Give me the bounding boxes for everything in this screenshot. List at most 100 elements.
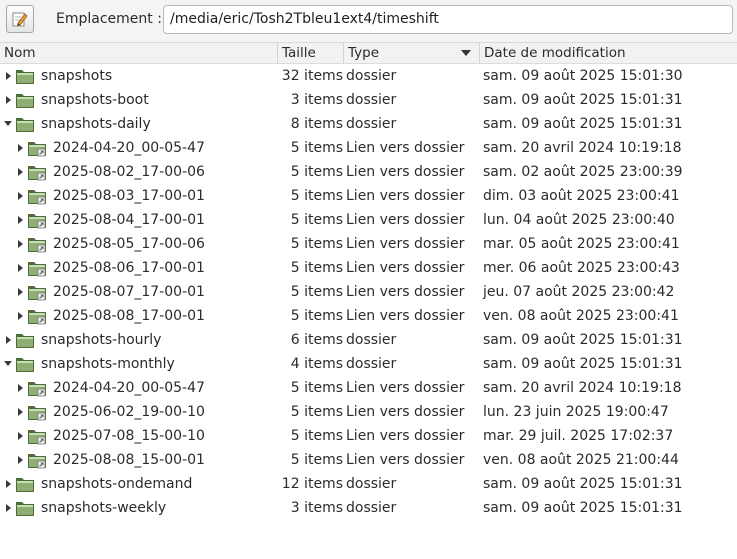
- column-size-header[interactable]: Taille: [277, 43, 343, 63]
- folder-link-icon: [28, 454, 46, 469]
- folder-icon: [16, 70, 34, 84]
- expander-collapsed-icon[interactable]: [16, 407, 24, 417]
- expander-collapsed-icon[interactable]: [4, 95, 12, 105]
- file-size: 5 items: [290, 404, 343, 420]
- file-type: Lien vers dossier: [346, 428, 465, 444]
- file-modified: ven. 08 août 2025 23:00:41: [483, 308, 679, 324]
- expander-expanded-icon[interactable]: [4, 359, 12, 369]
- file-modified: sam. 09 août 2025 15:01:31: [483, 500, 683, 516]
- tree-row-child[interactable]: 2025-08-08_15-00-01 5 items Lien vers doss…: [0, 448, 737, 472]
- file-modified: sam. 09 août 2025 15:01:31: [483, 116, 683, 132]
- tree-row[interactable]: snapshots-hourly 6 items dossier sam. 09 ao…: [0, 328, 737, 352]
- file-name: 2025-08-08_15-00-01: [53, 452, 205, 468]
- file-name: snapshots-monthly: [41, 356, 175, 372]
- file-type: Lien vers dossier: [346, 380, 465, 396]
- tree-row[interactable]: snapshots-boot 3 items dossier sam. 09 août…: [0, 88, 737, 112]
- file-size: 4 items: [290, 356, 343, 372]
- file-modified: ven. 08 août 2025 21:00:44: [483, 452, 679, 468]
- expander-expanded-icon[interactable]: [4, 119, 12, 129]
- file-type: dossier: [346, 116, 397, 132]
- expander-collapsed-icon[interactable]: [16, 215, 24, 225]
- file-size: 5 items: [290, 308, 343, 324]
- expander-collapsed-icon[interactable]: [16, 431, 24, 441]
- expander-collapsed-icon[interactable]: [16, 383, 24, 393]
- file-modified: sam. 02 août 2025 23:00:39: [483, 164, 683, 180]
- file-size: 5 items: [290, 164, 343, 180]
- file-name: 2025-07-08_15-00-10: [53, 428, 205, 444]
- tree-row-child[interactable]: 2025-08-08_17-00-01 5 items Lien vers doss…: [0, 304, 737, 328]
- expander-collapsed-icon[interactable]: [16, 239, 24, 249]
- folder-icon: [16, 502, 34, 516]
- expander-collapsed-icon[interactable]: [16, 143, 24, 153]
- file-type: dossier: [346, 500, 397, 516]
- file-type: Lien vers dossier: [346, 236, 465, 252]
- expander-collapsed-icon[interactable]: [16, 191, 24, 201]
- expander-collapsed-icon[interactable]: [4, 71, 12, 81]
- folder-link-icon: [28, 310, 46, 325]
- file-name: snapshots-ondemand: [41, 476, 193, 492]
- file-size: 5 items: [290, 212, 343, 228]
- column-name-header[interactable]: Nom: [0, 43, 277, 63]
- file-name: 2024-04-20_00-05-47: [53, 380, 205, 396]
- file-name: 2025-08-02_17-00-06: [53, 164, 205, 180]
- tree-row-child[interactable]: 2025-08-06_17-00-01 5 items Lien vers doss…: [0, 256, 737, 280]
- expander-collapsed-icon[interactable]: [16, 263, 24, 273]
- file-size: 5 items: [290, 380, 343, 396]
- tree-row[interactable]: snapshots-ondemand 12 items dossier sam. 09…: [0, 472, 737, 496]
- tree-row[interactable]: snapshots-weekly 3 items dossier sam. 09 ao…: [0, 496, 737, 520]
- column-size-label: Taille: [282, 45, 316, 61]
- tree-row-child[interactable]: 2025-08-03_17-00-01 5 items Lien vers doss…: [0, 184, 737, 208]
- column-modified-header[interactable]: Date de modification: [479, 43, 737, 63]
- file-name: 2025-08-08_17-00-01: [53, 308, 205, 324]
- file-type: dossier: [346, 68, 397, 84]
- folder-link-icon: [28, 214, 46, 229]
- expander-collapsed-icon[interactable]: [4, 503, 12, 513]
- file-type: dossier: [346, 356, 397, 372]
- folder-icon: [16, 118, 34, 132]
- file-type: Lien vers dossier: [346, 284, 465, 300]
- tree-row-child[interactable]: 2025-08-04_17-00-01 5 items Lien vers doss…: [0, 208, 737, 232]
- column-type-header[interactable]: Type: [343, 43, 479, 63]
- expander-collapsed-icon[interactable]: [4, 335, 12, 345]
- expander-collapsed-icon[interactable]: [4, 479, 12, 489]
- file-name: 2025-08-03_17-00-01: [53, 188, 205, 204]
- file-name: 2025-06-02_19-00-10: [53, 404, 205, 420]
- location-input[interactable]: /media/eric/Tosh2Tbleu1ext4/timeshift: [163, 5, 733, 34]
- tree-row-child[interactable]: 2024-04-20_00-05-47 5 items Lien vers doss…: [0, 136, 737, 160]
- expander-collapsed-icon[interactable]: [16, 167, 24, 177]
- edit-location-button[interactable]: [6, 5, 34, 33]
- tree-row-child[interactable]: 2025-06-02_19-00-10 5 items Lien vers doss…: [0, 400, 737, 424]
- file-size: 5 items: [290, 452, 343, 468]
- file-size: 8 items: [290, 116, 343, 132]
- tree-row[interactable]: snapshots-daily 8 items dossier sam. 09 aoû…: [0, 112, 737, 136]
- file-type: dossier: [346, 476, 397, 492]
- folder-link-icon: [28, 262, 46, 277]
- file-modified: mar. 05 août 2025 23:00:41: [483, 236, 680, 252]
- file-name: snapshots-hourly: [41, 332, 162, 348]
- expander-collapsed-icon[interactable]: [16, 455, 24, 465]
- folder-icon: [16, 94, 34, 108]
- file-size: 12 items: [281, 476, 343, 492]
- tree-row-child[interactable]: 2025-08-05_17-00-06 5 items Lien vers doss…: [0, 232, 737, 256]
- file-type: Lien vers dossier: [346, 308, 465, 324]
- folder-link-icon: [28, 406, 46, 421]
- file-size: 6 items: [290, 332, 343, 348]
- tree-row[interactable]: snapshots-monthly 4 items dossier sam. 09 a…: [0, 352, 737, 376]
- file-modified: jeu. 07 août 2025 23:00:42: [483, 284, 675, 300]
- file-type: dossier: [346, 332, 397, 348]
- file-size: 5 items: [290, 428, 343, 444]
- expander-collapsed-icon[interactable]: [16, 311, 24, 321]
- file-modified: mar. 29 juil. 2025 17:02:37: [483, 428, 674, 444]
- column-header: Nom Taille Type Date de modification: [0, 43, 737, 64]
- tree-row-child[interactable]: 2025-07-08_15-00-10 5 items Lien vers doss…: [0, 424, 737, 448]
- tree-row-child[interactable]: 2024-04-20_00-05-47 5 items Lien vers doss…: [0, 376, 737, 400]
- file-type: Lien vers dossier: [346, 212, 465, 228]
- file-type: Lien vers dossier: [346, 164, 465, 180]
- file-modified: sam. 09 août 2025 15:01:31: [483, 476, 683, 492]
- expander-collapsed-icon[interactable]: [16, 287, 24, 297]
- tree-row[interactable]: snapshots 32 items dossier sam. 09 août 202…: [0, 64, 737, 88]
- tree-row-child[interactable]: 2025-08-07_17-00-01 5 items Lien vers doss…: [0, 280, 737, 304]
- folder-link-icon: [28, 166, 46, 181]
- file-size: 32 items: [281, 68, 343, 84]
- tree-row-child[interactable]: 2025-08-02_17-00-06 5 items Lien vers doss…: [0, 160, 737, 184]
